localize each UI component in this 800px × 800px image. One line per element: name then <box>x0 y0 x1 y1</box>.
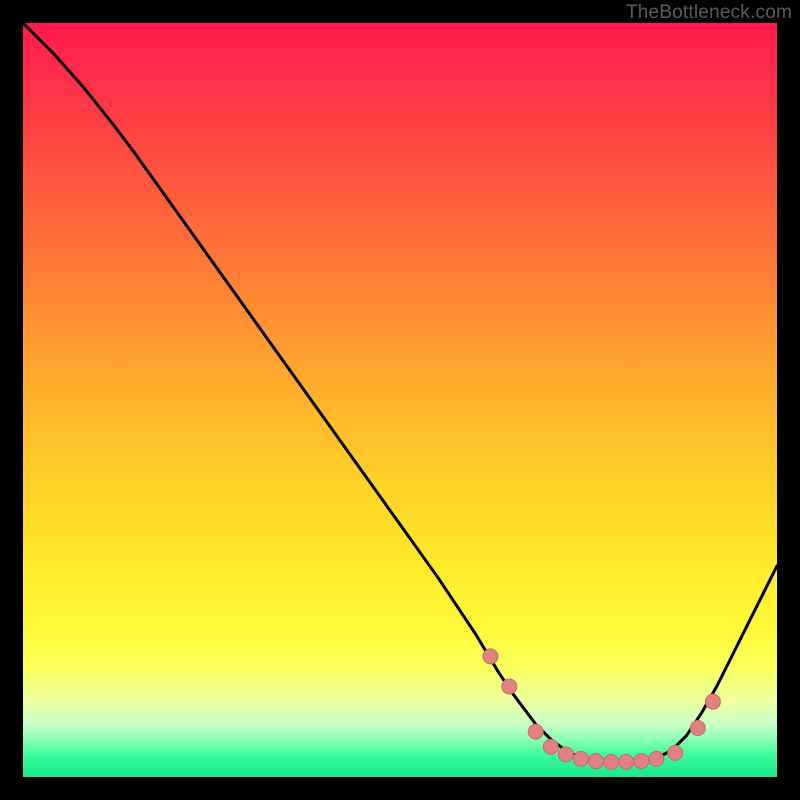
data-point <box>705 694 720 709</box>
curve-layer <box>23 23 777 777</box>
data-point <box>573 751 588 766</box>
bottleneck-curve <box>23 23 777 762</box>
data-point <box>634 754 649 769</box>
data-point <box>690 720 705 735</box>
curve-markers <box>483 649 720 770</box>
plot-area <box>23 23 777 777</box>
chart-stage: TheBottleneck.com <box>0 0 800 800</box>
data-point <box>649 751 664 766</box>
data-point <box>619 754 634 769</box>
data-point <box>558 747 573 762</box>
data-point <box>528 724 543 739</box>
data-point <box>589 754 604 769</box>
attribution-label: TheBottleneck.com <box>626 2 792 24</box>
data-point <box>502 679 517 694</box>
data-point <box>668 745 683 760</box>
data-point <box>543 739 558 754</box>
data-point <box>604 754 619 769</box>
data-point <box>483 649 498 664</box>
